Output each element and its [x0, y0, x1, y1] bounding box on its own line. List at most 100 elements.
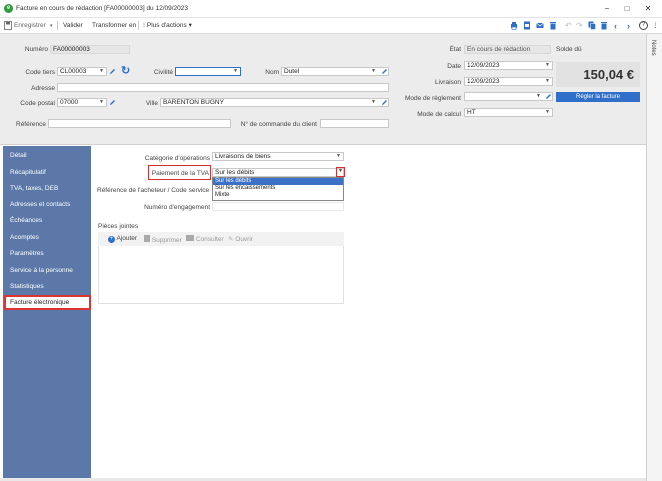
- mode-reglement-field[interactable]: ▼: [464, 92, 553, 101]
- ville-value: BARENTON BUGNY: [163, 99, 224, 106]
- mode-calcul-label: Mode de calcul: [417, 111, 461, 118]
- copy-icon[interactable]: [588, 21, 596, 30]
- paiement-tva-select[interactable]: Sur les débits: [212, 168, 344, 177]
- code-tiers-value: CL00003: [60, 68, 87, 75]
- adresse-field[interactable]: [57, 83, 389, 92]
- nom-label: Nom: [265, 69, 279, 76]
- notes-tab-label: Notes: [650, 40, 656, 56]
- sidebar-item-recapitulatif[interactable]: Récapitulatif: [6, 165, 92, 180]
- option-mixte[interactable]: Mixte: [213, 192, 343, 199]
- date-field[interactable]: 12/09/2023 ▼: [464, 61, 553, 70]
- adresse-label: Adresse: [31, 85, 55, 92]
- ville-field[interactable]: BARENTON BUGNY ▼: [160, 98, 389, 107]
- pj-consult-label: Consulter: [195, 236, 224, 243]
- more-actions-button[interactable]: ⁝ Plus d'actions ▾: [143, 21, 192, 31]
- pdf-icon[interactable]: [523, 21, 531, 30]
- toolbar-overflow-icon[interactable]: ⋮: [652, 21, 659, 31]
- help-button[interactable]: ?: [639, 21, 648, 30]
- pencil-icon: ✎: [228, 236, 234, 243]
- sidebar-item-service-personne[interactable]: Service à la personne: [6, 263, 92, 278]
- trash-icon: [144, 235, 150, 242]
- print-icon[interactable]: [510, 21, 518, 30]
- pj-open-label: Ouvrir: [235, 236, 253, 243]
- sidebar-item-adresses[interactable]: Adresses et contacts: [6, 197, 92, 212]
- civilite-label: Civilité: [153, 69, 173, 76]
- sidebar-item-detail[interactable]: Détail: [6, 148, 92, 163]
- ville-label: Ville: [145, 100, 158, 107]
- pj-add-button[interactable]: + Ajouter: [108, 235, 137, 243]
- commande-client-label: N° de commande du client: [240, 121, 317, 128]
- pencil-icon[interactable]: [109, 68, 116, 75]
- window-title: Facture en cours de rédaction [FA0000000…: [16, 5, 189, 12]
- app-logo-icon: e: [4, 4, 13, 13]
- livraison-value: 12/09/2023: [467, 78, 500, 85]
- save-dropdown-chevron-icon[interactable]: ▾: [50, 21, 53, 31]
- sidebar: Détail Récapitulatif TVA, taxes, DEB Adr…: [3, 146, 91, 478]
- pj-add-label: Ajouter: [116, 235, 138, 242]
- mode-reglement-label: Mode de règlement: [404, 95, 461, 102]
- sidebar-item-parametres[interactable]: Paramètres: [6, 246, 92, 261]
- engagement-label: Numéro d'engagement: [144, 204, 210, 211]
- livraison-field[interactable]: 12/09/2023 ▼: [464, 77, 553, 86]
- chevron-down-icon: ▼: [545, 78, 550, 84]
- pencil-icon[interactable]: [545, 93, 552, 100]
- reference-field[interactable]: [48, 119, 231, 128]
- minimize-button[interactable]: −: [600, 3, 614, 15]
- nom-field[interactable]: Dutel ▼: [281, 67, 389, 76]
- pencil-icon[interactable]: [109, 99, 116, 106]
- sidebar-item-statistiques[interactable]: Statistiques: [6, 279, 92, 294]
- pj-delete-button[interactable]: Supprimer: [144, 235, 182, 244]
- save-icon: [4, 21, 12, 30]
- delete-icon[interactable]: [549, 21, 557, 30]
- trash-icon[interactable]: [600, 21, 608, 30]
- code-postal-value: 07000: [60, 99, 79, 106]
- sidebar-item-facture-electronique[interactable]: Facture électronique: [4, 295, 91, 310]
- categorie-select[interactable]: Livraisons de biens ▼: [212, 152, 344, 161]
- notes-tab[interactable]: Notes: [646, 34, 662, 481]
- etat-label: État: [449, 46, 461, 53]
- engagement-field[interactable]: [212, 202, 344, 211]
- commande-client-field[interactable]: [320, 119, 389, 128]
- mode-calcul-select[interactable]: HT ▼: [464, 108, 553, 117]
- email-icon[interactable]: [536, 21, 544, 30]
- undo-icon[interactable]: ↶: [565, 21, 572, 31]
- reference-label: Référence: [16, 121, 46, 128]
- pencil-icon[interactable]: [381, 68, 388, 75]
- code-postal-label: Code postal: [20, 100, 55, 107]
- chevron-down-icon: ▼: [233, 68, 238, 74]
- option-sur-les-encaissements[interactable]: Sur les encaissements: [213, 185, 343, 192]
- option-sur-les-debits[interactable]: Sur les débits: [213, 178, 343, 185]
- civilite-select[interactable]: ▼: [175, 67, 241, 76]
- chevron-down-icon: ▼: [545, 62, 550, 68]
- previous-arrow-icon[interactable]: ‹: [614, 21, 617, 31]
- regler-facture-button[interactable]: Régler la facture: [556, 92, 640, 102]
- numero-field: FA00000003: [50, 45, 130, 54]
- code-postal-field[interactable]: 07000 ▼: [57, 98, 107, 107]
- toolbar: Enregistrer ▾ Valider Transformer en ⁝ P…: [0, 18, 662, 34]
- save-button[interactable]: Enregistrer: [14, 21, 46, 31]
- pencil-icon[interactable]: [381, 99, 388, 106]
- date-label: Date: [447, 63, 461, 70]
- more-actions-label: Plus d'actions: [146, 22, 187, 29]
- close-button[interactable]: ✕: [641, 3, 655, 15]
- validate-button[interactable]: Valider: [63, 21, 83, 31]
- pj-consult-button[interactable]: Consulter: [186, 235, 224, 243]
- code-tiers-label: Code tiers: [25, 69, 55, 76]
- sidebar-item-acomptes[interactable]: Acomptes: [6, 230, 92, 245]
- sidebar-item-tva[interactable]: TVA, taxes, DEB: [6, 181, 92, 196]
- refresh-icon[interactable]: ↻: [121, 64, 130, 77]
- next-arrow-icon[interactable]: ›: [627, 21, 630, 31]
- etat-field: En cours de rédaction: [464, 45, 551, 54]
- chevron-down-icon[interactable]: ▼: [338, 168, 343, 174]
- paiement-tva-dropdown-list: Sur les débits Sur les encaissements Mix…: [212, 177, 344, 201]
- transform-button[interactable]: Transformer en: [92, 21, 136, 31]
- livraison-label: Livraison: [434, 79, 461, 86]
- sidebar-item-echeances[interactable]: Échéances: [6, 213, 92, 228]
- redo-icon[interactable]: ↷: [576, 21, 583, 31]
- maximize-button[interactable]: □: [620, 3, 634, 15]
- toolbar-separator: [57, 21, 58, 30]
- code-tiers-field[interactable]: CL00003 ▼: [57, 67, 107, 76]
- mode-calcul-value: HT: [467, 109, 476, 116]
- pj-open-button[interactable]: ✎ Ouvrir: [228, 235, 253, 243]
- chevron-down-icon: ▼: [545, 109, 550, 115]
